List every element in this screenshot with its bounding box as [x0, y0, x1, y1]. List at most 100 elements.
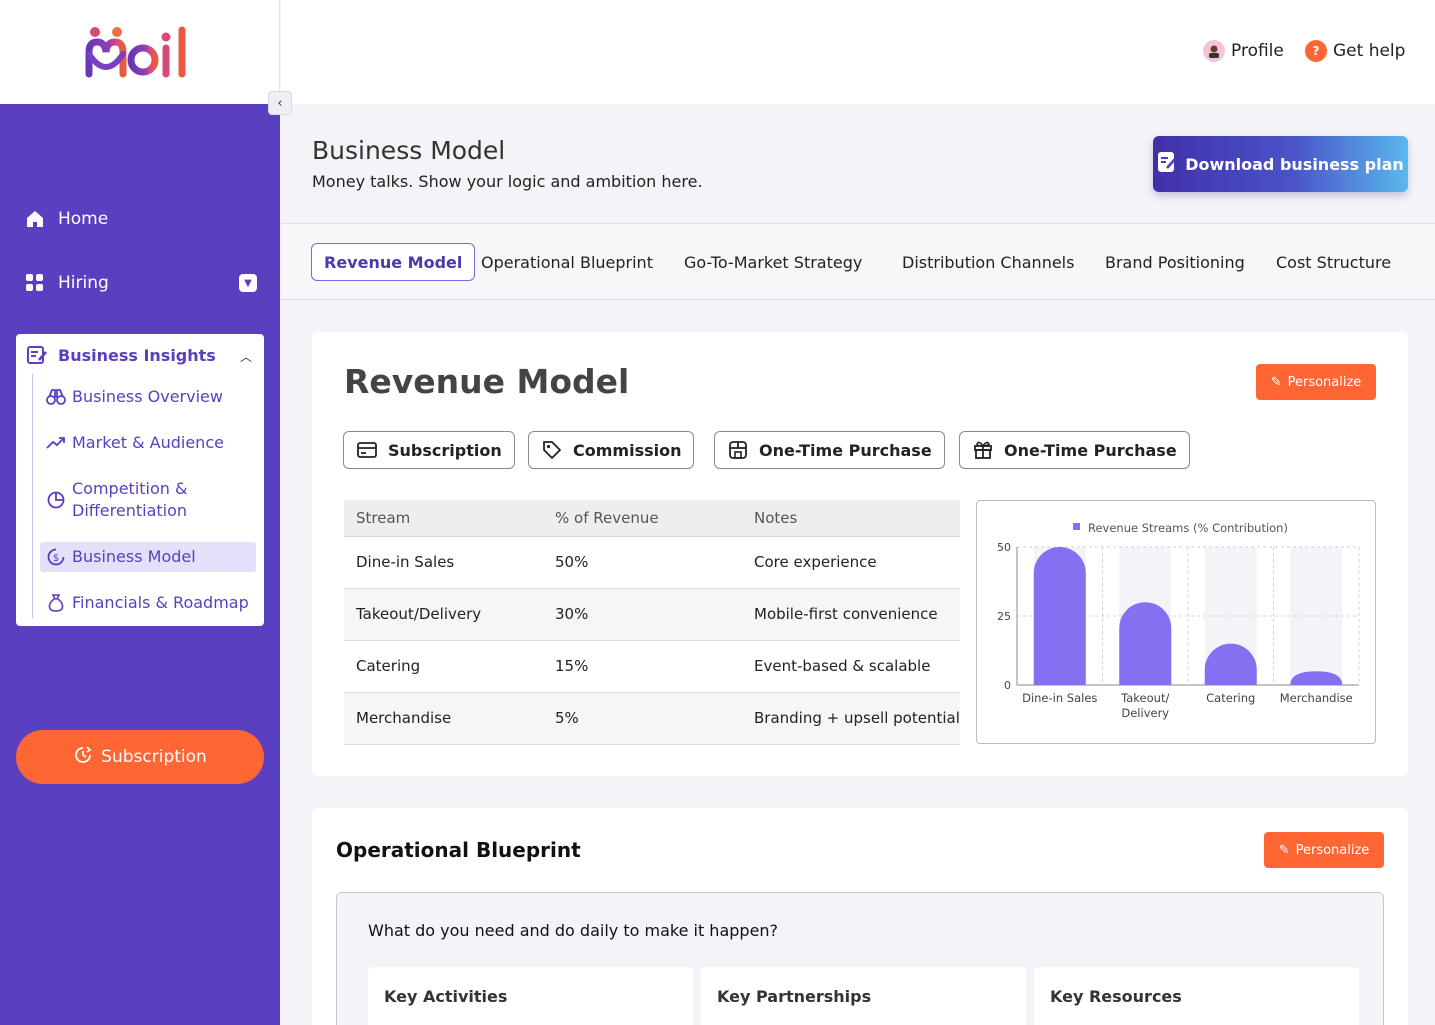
- chevron-up-icon[interactable]: ︿: [240, 348, 252, 365]
- get-help-link[interactable]: ? Get help: [1305, 40, 1405, 62]
- revenue-bar-chart: 0 25 50 Dine-in Sales Takeout/Delivery Cateri…: [997, 521, 1360, 720]
- sidebar-item-label: Business Overview: [72, 387, 223, 406]
- money-cycle-icon: $: [46, 547, 66, 567]
- help-icon: ?: [1305, 40, 1327, 62]
- tab-cost-structure[interactable]: Cost Structure: [1276, 243, 1391, 281]
- tab-revenue-model[interactable]: Revenue Model: [311, 243, 476, 281]
- subscription-button[interactable]: Subscription: [16, 730, 264, 784]
- table-cell: Core experience: [742, 536, 960, 589]
- table-cell: Catering: [344, 640, 543, 693]
- chip-one-time-purchase[interactable]: One-Time Purchase: [714, 431, 945, 469]
- y-tick-label: 50: [997, 541, 1011, 554]
- table-cell: Dine-in Sales: [344, 536, 543, 589]
- sidebar-item-market-audience[interactable]: Market & Audience: [46, 432, 224, 454]
- tab-operational-blueprint[interactable]: Operational Blueprint: [481, 243, 653, 281]
- legend-swatch: [1073, 523, 1080, 530]
- revenue-chart: 0 25 50 Dine-in Sales Takeout/Delivery Cateri…: [976, 500, 1376, 744]
- sidebar-item-hiring[interactable]: Hiring: [24, 272, 109, 294]
- sidebar-item-label: Business Model: [72, 547, 196, 566]
- x-tick-label: Dine-in Sales: [1022, 691, 1097, 705]
- table-cell: Mobile-first convenience: [742, 588, 960, 641]
- bar: [1033, 547, 1086, 685]
- home-icon: [24, 208, 46, 230]
- personalize-button-2[interactable]: ✎ Personalize: [1264, 832, 1384, 868]
- grid-icon: [24, 272, 46, 294]
- profile-link[interactable]: Profile: [1203, 40, 1284, 62]
- table-cell: Merchandise: [344, 692, 543, 745]
- revenue-table: Stream % of Revenue Notes Dine-in Sales …: [344, 500, 960, 745]
- sidebar-collapse-button[interactable]: ‹: [268, 91, 292, 115]
- chip-subscription[interactable]: Subscription: [343, 431, 515, 469]
- sidebar-item-financials[interactable]: Financials & Roadmap: [46, 592, 249, 614]
- key-resources-card[interactable]: Key Resources: [1034, 967, 1359, 1025]
- svg-text:$: $: [53, 553, 59, 564]
- sidebar-item-business-overview[interactable]: Business Overview: [46, 386, 223, 408]
- moil-logo[interactable]: [85, 24, 195, 80]
- table-row: Catering 15% Event-based & scalable: [344, 640, 960, 693]
- bar-track: [1290, 547, 1343, 685]
- revenue-model-card: Revenue Model ✎ Personalize Subscription…: [312, 332, 1408, 776]
- column-header: Notes: [742, 500, 960, 537]
- binoculars-icon: [46, 387, 66, 407]
- chip-label: Subscription: [388, 440, 502, 460]
- edit-note-icon: [26, 344, 48, 366]
- x-tick-label: Takeout/: [1120, 691, 1169, 705]
- tab-go-to-market[interactable]: Go-To-Market Strategy: [684, 243, 862, 281]
- key-partnerships-card[interactable]: Key Partnerships: [701, 967, 1026, 1025]
- table-row: Dine-in Sales 50% Core experience: [344, 536, 960, 589]
- logo-area: [0, 0, 280, 104]
- business-insights-panel: Business Insights ︿ Business Overview Ma…: [16, 334, 264, 626]
- table-cell: 15%: [543, 640, 742, 693]
- personalize-button[interactable]: ✎ Personalize: [1256, 364, 1376, 400]
- chip-one-time-purchase-2[interactable]: One-Time Purchase: [959, 431, 1190, 469]
- tree-line: [32, 374, 33, 618]
- tab-brand-positioning[interactable]: Brand Positioning: [1105, 243, 1245, 281]
- x-tick-label: Catering: [1206, 691, 1255, 705]
- x-tick-label: Delivery: [1121, 706, 1169, 720]
- tag-icon: [541, 439, 563, 461]
- sidebar-item-label: Competition & Differentiation: [72, 479, 188, 520]
- avatar: [1203, 40, 1225, 62]
- profile-label: Profile: [1231, 41, 1284, 61]
- y-tick-label: 25: [997, 610, 1011, 623]
- sidebar-item-competition[interactable]: Competition & Differentiation: [46, 478, 246, 522]
- chevron-down-icon[interactable]: ▼: [239, 274, 257, 292]
- store-icon: [727, 439, 749, 461]
- pencil-icon: ✎: [1270, 374, 1282, 390]
- legend-label: Revenue Streams (% Contribution): [1088, 521, 1288, 535]
- table-cell: 50%: [543, 536, 742, 589]
- table-cell: 30%: [543, 588, 742, 641]
- operational-question: What do you need and do daily to make it…: [368, 921, 779, 940]
- pie-chart-icon: [46, 490, 66, 510]
- money-bag-icon: [46, 593, 66, 613]
- operational-panel: What do you need and do daily to make it…: [336, 892, 1384, 1025]
- table-cell: Takeout/Delivery: [344, 588, 543, 641]
- document-edit-icon: [1157, 151, 1177, 177]
- subscription-label: Subscription: [101, 747, 207, 767]
- chevron-left-icon: ‹: [277, 95, 283, 111]
- chip-label: Commission: [573, 440, 682, 460]
- column-header: Stream: [344, 500, 543, 537]
- help-label: Get help: [1333, 41, 1406, 61]
- tab-distribution-channels[interactable]: Distribution Channels: [902, 243, 1074, 281]
- sidebar-item-home[interactable]: Home: [24, 208, 108, 230]
- page-header: Business Model Money talks. Show your lo…: [281, 104, 1435, 224]
- personalize-label: Personalize: [1287, 374, 1362, 390]
- table-header-row: Stream % of Revenue Notes: [344, 500, 960, 537]
- sidebar-item-business-insights[interactable]: Business Insights: [26, 344, 216, 366]
- top-bar: Profile ? Get help: [281, 0, 1435, 104]
- table-row: Merchandise 5% Branding + upsell potenti…: [344, 692, 960, 745]
- table-row: Takeout/Delivery 30% Mobile-first conven…: [344, 588, 960, 641]
- chip-commission[interactable]: Commission: [528, 431, 695, 469]
- sidebar-item-business-model[interactable]: $ Business Model: [40, 542, 256, 572]
- gift-icon: [972, 439, 994, 461]
- download-business-plan-button[interactable]: Download business plan: [1153, 136, 1408, 192]
- x-tick-label: Merchandise: [1280, 691, 1353, 705]
- table-cell: Event-based & scalable: [742, 640, 960, 693]
- key-activities-card[interactable]: Key Activities: [368, 967, 693, 1025]
- column-title: Key Partnerships: [717, 987, 872, 1006]
- page-title: Business Model: [312, 136, 506, 165]
- subscription-icon: [73, 745, 93, 770]
- bar: [1119, 602, 1172, 685]
- page-subtitle: Money talks. Show your logic and ambitio…: [312, 172, 703, 191]
